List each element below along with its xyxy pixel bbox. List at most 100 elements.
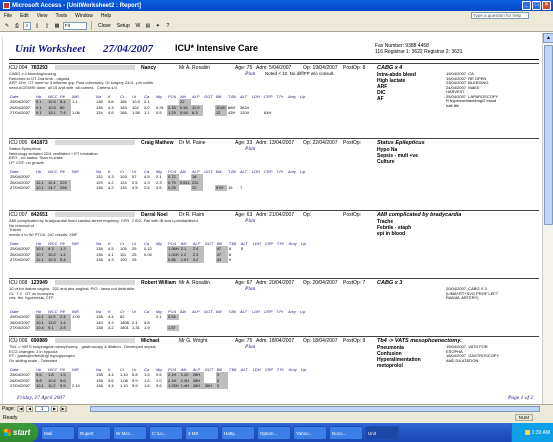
taskbar-button[interactable]: Hatty... [221,425,255,440]
lab-cell [299,325,311,331]
print-icon[interactable]: ⎙ [13,22,21,30]
taskbar-button[interactable]: 3 MS [185,425,219,440]
plan-link[interactable]: Plan [245,344,255,350]
start-label: start [13,428,31,437]
num-lock-indicator: NUM [514,414,533,421]
redacted-field [55,338,135,343]
plan-link[interactable]: Plan [245,146,255,152]
lab-cell: 14.7 [47,185,59,191]
report-page: Unit Worksheet 27/04/2007 ICU* Intensive… [2,37,540,404]
problem-item: Culture [377,159,395,165]
scroll-up-icon[interactable]: ▲ [543,33,553,43]
lab-cell: 7 [240,185,243,191]
setup-button[interactable]: Setup [115,23,132,29]
taskbar-button[interactable]: Rupert [77,425,111,440]
lab-cell [215,325,227,331]
zoom-icon[interactable]: ⌕ [23,21,31,30]
lab-row: 27/04/2007 10.4 9.1 2.8 138 4.2 1801 1.31 1.9 1.5… [9,325,311,331]
menu-view[interactable]: View [37,13,48,19]
previous-page-icon[interactable]: ◀ [26,405,34,412]
database-window-icon[interactable]: ▤ [144,22,152,30]
lab-cell: 134 [96,110,103,116]
minimize-icon[interactable]: _ [522,1,531,10]
taskbar-button[interactable]: Yahoo... [293,425,327,440]
new-object-icon[interactable]: ✦ [154,22,162,30]
lab-cell: 4.6 [108,110,114,116]
taskbar-buttons: Mail Rupert W Micr... C:\Lo... 3 MS Hatty... O… [41,425,399,440]
window-titlebar[interactable]: Microsoft Access - [UnitWorksheet2 : Rep… [0,0,553,11]
lab-cell: 1.58 [132,110,140,116]
start-button[interactable]: start [0,423,38,442]
plan-link[interactable]: Plan [245,71,255,77]
lab-cell: 138 [96,325,103,331]
help-search-input[interactable]: Type a question for help [471,12,529,19]
maximize-icon[interactable]: □ [532,1,541,10]
report-title: Unit Worksheet [15,43,86,55]
lab-cell [251,325,263,331]
menu-edit[interactable]: Edit [20,13,29,19]
vertical-scroll-thumb[interactable] [544,45,553,225]
clinical-notes: 10 or for ibabra vagina. 202 and abs ang… [9,286,136,301]
lab-cell: 4.5 [132,185,138,191]
lab-cell: 5.9 [132,383,138,389]
taskbar-button[interactable]: W Micr... [113,425,147,440]
lab-cell: 0.61L [179,179,192,185]
one-page-icon[interactable]: ▯ [33,22,41,30]
report-preview-area[interactable]: Unit Worksheet 27/04/2007 ICU* Intensive… [0,33,553,404]
close-preview-button[interactable]: Close [96,23,113,29]
taskbar-button[interactable]: Unit [365,425,399,440]
lab-cell: 27/04/2007 [10,110,31,116]
lab-cell [204,257,216,263]
lab-cell: 3 [215,383,228,389]
lab-cell: 28H [191,383,204,389]
office-links-icon[interactable]: W [134,22,142,30]
clinical-notes: Status Epilepticus Neurology sedated 22/… [9,146,98,165]
diagnosis-headline: CABG x 4 [377,65,403,71]
clinical-notes: AMI complicated by bradycardia/ fixed ca… [9,218,199,237]
help-icon[interactable]: ? [164,22,172,30]
design-view-icon[interactable]: ✎ [3,22,11,30]
lab-cell [263,185,275,191]
lab-row: 27/04/2007 9.1 13.1 7.4 1.06 134 4.6 166 1.58 1.1… [9,110,311,116]
problem-item: AF [377,96,384,102]
menu-window[interactable]: Window [75,13,93,19]
lab-cell: 1.06 [72,110,80,116]
lab-cell [71,257,83,263]
lab-cell [276,257,288,263]
lab-cell [83,110,95,116]
lab-cell: 1.4H [179,383,192,389]
plan-link[interactable]: Plan [245,286,255,292]
taskbar-button[interactable]: Docu... [329,425,363,440]
lab-cell: 26H [203,383,216,389]
lab-cell: 2.14 [72,383,80,389]
lab-cell: 166 [120,110,127,116]
operation-date: Op: 20/04/2007 [303,280,338,286]
patient-name: Craig Mathew [141,140,174,146]
lab-cell [251,185,263,191]
two-pages-icon[interactable]: ▯ [43,22,51,30]
lab-cell [240,257,252,263]
close-icon[interactable]: × [542,1,551,10]
menu-tools[interactable]: Tools [55,13,67,19]
lab-cell [264,257,276,263]
zoom-select[interactable]: Fit [63,21,87,30]
menu-file[interactable]: File [4,13,12,19]
next-page-icon[interactable]: ▶ [51,405,59,412]
first-page-icon[interactable]: |◀ [17,405,25,412]
vertical-scrollbar[interactable]: ▲ [542,33,553,404]
page-number-input[interactable]: 1 [35,405,50,412]
lab-cell: 138 [96,383,103,389]
last-page-icon[interactable]: ▶| [60,405,68,412]
taskbar-button[interactable]: Mail [41,425,75,440]
menu-help[interactable]: Help [101,13,111,19]
plan-link[interactable]: Plan [245,218,255,224]
lab-cell: 13.1 [47,110,59,116]
taskbar-button[interactable]: Optom... [257,425,291,440]
multiple-pages-icon[interactable]: ▦ [53,22,61,30]
lab-results-table: Date Hb WCC Plt INR Na K Cr Ur Ca Mg PO4 Alb ALP GGT Bi… [9,241,312,263]
taskbar-button[interactable]: C:\Lo... [149,425,183,440]
postop-day: PostOp: [343,212,362,218]
lab-cell: 0.5 [156,110,162,116]
lab-cell [179,185,191,191]
postop-day: PostOp: 8 [343,65,366,71]
